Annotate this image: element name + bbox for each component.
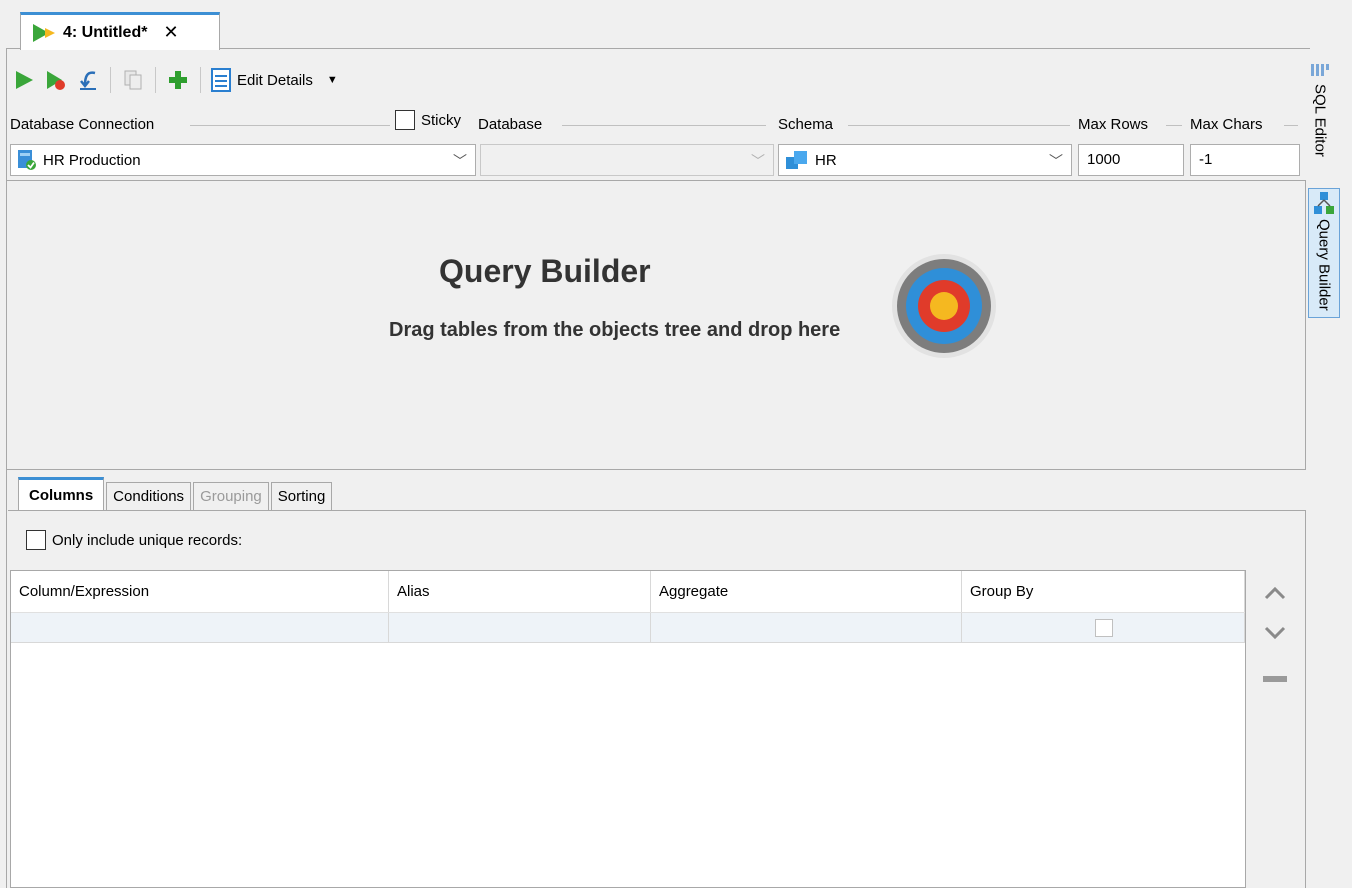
column-header-group-by[interactable]: Group By [962,571,1245,612]
move-up-button[interactable] [1260,578,1290,608]
tab-grouping: Grouping [193,482,269,510]
remove-button[interactable] [1260,664,1290,694]
editor-toolbar: Edit Details ▼ [10,62,338,98]
schema-value: HR [815,151,837,169]
tab-conditions[interactable]: Conditions [106,482,192,510]
execute-button[interactable] [10,65,38,95]
format-arrow-icon [80,71,96,90]
copy-icon [124,70,142,90]
max-rows-label: Max Rows [1078,116,1149,133]
move-down-button[interactable] [1260,618,1290,648]
label-separator-line [562,125,766,126]
label-separator-line [1166,125,1182,126]
toolbar-separator [200,67,201,93]
sql-editor-icon [1311,64,1329,76]
play-icon [16,71,33,89]
database-connection-label: Database Connection [10,116,155,133]
format-button[interactable] [74,65,102,95]
target-icon [892,254,996,358]
sql-editor-tab[interactable]: SQL Editor [1310,62,1330,157]
tab-columns[interactable]: Columns [18,477,105,510]
chevron-down-icon [1264,626,1286,640]
toolbar-separator [155,67,156,93]
query-builder-canvas[interactable]: Query Builder Drag tables from the objec… [6,180,1306,470]
sticky-label: Sticky [421,111,462,129]
run-script-icon [33,23,55,42]
connection-value: HR Production [43,151,141,169]
query-builder-icon [1314,192,1334,214]
columns-grid: Column/Expression Alias Aggregate Group … [10,570,1246,888]
max-chars-input[interactable]: -1 [1190,144,1300,176]
max-rows-input[interactable]: 1000 [1078,144,1184,176]
table-row[interactable] [11,613,1245,643]
unique-records-checkbox[interactable]: Only include unique records: [26,530,242,550]
unique-records-label: Only include unique records: [52,531,243,549]
tab-sorting[interactable]: Sorting [270,482,333,510]
plus-icon [169,71,187,89]
chevron-down-icon: ﹀ [751,153,765,169]
cell-aggregate[interactable] [651,613,962,642]
database-connection-icon [18,150,36,170]
cell-alias[interactable] [389,613,651,642]
max-chars-label: Max Chars [1190,116,1263,133]
query-builder-tab[interactable]: Query Builder [1308,188,1340,318]
chevron-up-icon [1264,586,1286,600]
toolbar-separator [110,67,111,93]
cell-expression[interactable] [11,613,389,642]
sticky-checkbox[interactable]: Sticky [395,110,461,130]
column-header-alias[interactable]: Alias [389,571,651,612]
details-icon [211,68,231,92]
execute-explain-button[interactable] [42,65,70,95]
unique-records-checkbox-box[interactable] [26,530,46,550]
sticky-checkbox-box[interactable] [395,110,415,130]
cell-group-by[interactable] [962,613,1245,642]
editor-tab-untitled[interactable]: 4: Untitled* ✕ [20,12,220,50]
editor-tab-label: 4: Untitled* [63,23,148,41]
schema-select[interactable]: HR ﹀ [778,144,1072,176]
builder-tabs: Columns Conditions Grouping Sorting [18,477,334,510]
database-connection-select[interactable]: HR Production ﹀ [10,144,476,176]
group-by-checkbox[interactable] [1095,618,1113,637]
column-header-expression[interactable]: Column/Expression [11,571,389,612]
column-header-aggregate[interactable]: Aggregate [651,571,962,612]
grid-header: Column/Expression Alias Aggregate Group … [11,571,1245,613]
editor-tabstrip: 4: Untitled* ✕ [0,0,1310,50]
edit-details-label: Edit Details [237,71,313,89]
play-stop-icon [47,71,65,90]
canvas-title: Query Builder [439,253,651,289]
copy-button[interactable] [119,65,147,95]
chevron-down-icon[interactable]: ﹀ [1049,151,1063,171]
minus-icon [1263,676,1287,682]
query-builder-label: Query Builder [1315,219,1333,311]
add-button[interactable] [164,65,192,95]
database-select[interactable]: ﹀ [480,144,774,176]
sql-editor-label: SQL Editor [1311,84,1329,157]
caret-down-icon: ▼ [326,74,338,86]
label-separator-line [848,125,1070,126]
chevron-down-icon[interactable]: ﹀ [453,151,467,171]
schema-icon [786,151,807,169]
database-label: Database [478,116,543,133]
edit-details-button[interactable]: Edit Details ▼ [211,68,338,92]
schema-label: Schema [778,116,834,133]
close-icon[interactable]: ✕ [163,22,178,43]
canvas-hint: Drag tables from the objects tree and dr… [389,319,841,341]
label-separator-line [190,125,390,126]
label-separator-line [1284,125,1298,126]
